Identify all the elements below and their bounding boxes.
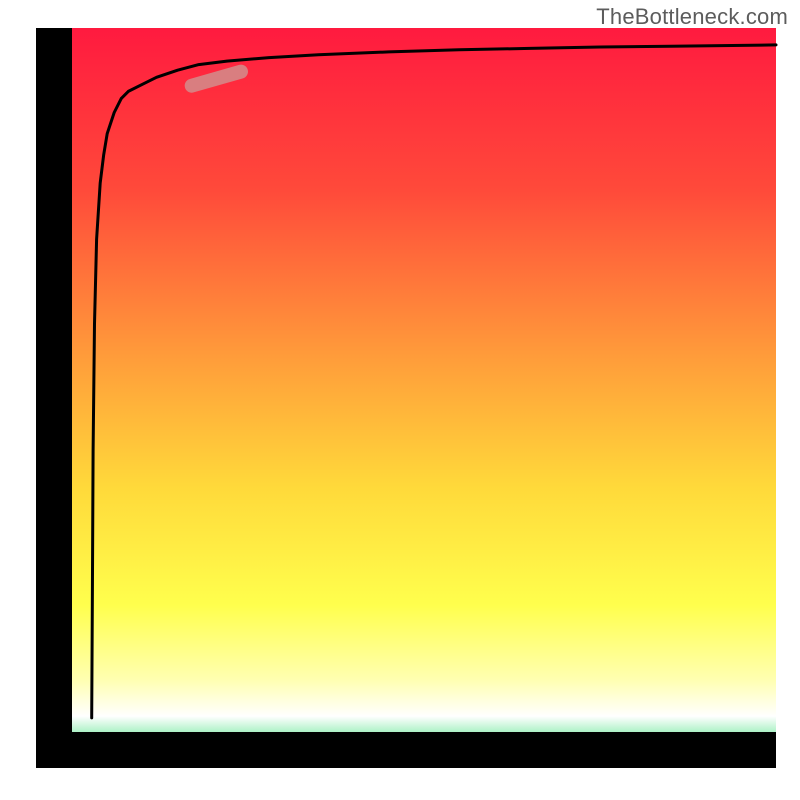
stage: TheBottleneck.com bbox=[0, 0, 800, 800]
chart-canvas bbox=[0, 0, 800, 800]
plot-background bbox=[36, 28, 776, 768]
x-axis-bar bbox=[36, 732, 776, 768]
y-axis-bar bbox=[36, 28, 72, 768]
